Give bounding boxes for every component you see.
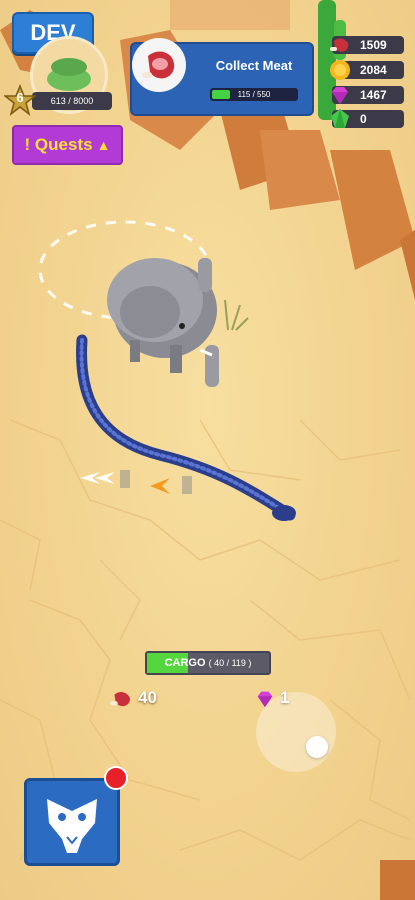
joystick-base[interactable] bbox=[256, 692, 336, 772]
grass-tuft bbox=[224, 299, 249, 331]
quest-progress-text: 115 / 550 bbox=[237, 90, 271, 99]
cargo-label: CARGO bbox=[164, 657, 206, 669]
quests-label: ! Quests bbox=[24, 135, 93, 154]
game-scene[interactable]: DEV 613 / 8000 6 ! Quests ▲ Collect Meat… bbox=[0, 0, 415, 900]
cargo-count: ( 40 / 119 ) bbox=[208, 658, 252, 668]
elephant bbox=[107, 258, 219, 387]
quests-button[interactable]: ! Quests ▲ bbox=[12, 125, 123, 165]
xp-bar: 613 / 8000 bbox=[32, 92, 112, 110]
cargo-text: CARGO ( 40 / 119 ) bbox=[147, 653, 269, 673]
movement-markers bbox=[80, 470, 192, 494]
meat-quest-icon bbox=[132, 38, 186, 92]
coin-icon bbox=[330, 60, 350, 80]
cargo-bar: CARGO ( 40 / 119 ) bbox=[145, 651, 271, 675]
level-number: 6 bbox=[16, 90, 24, 105]
quest-progress-bar: 115 / 550 bbox=[210, 88, 298, 101]
cargo-meat-count: 40 bbox=[138, 688, 157, 707]
gem-icon bbox=[332, 87, 348, 104]
quest-title: Collect Meat bbox=[215, 58, 293, 73]
snake-head-icon bbox=[47, 799, 97, 853]
meat-icon bbox=[330, 38, 349, 52]
snake-head bbox=[272, 505, 296, 521]
green-gem-icon bbox=[331, 109, 349, 128]
notification-dot bbox=[104, 766, 128, 790]
joystick-knob[interactable] bbox=[306, 736, 328, 758]
cargo-meat-icon bbox=[110, 691, 130, 707]
caret-up-icon: ▲ bbox=[96, 137, 111, 153]
snake-ability-button[interactable] bbox=[24, 778, 120, 866]
xp-text: 613 / 8000 bbox=[50, 96, 94, 106]
